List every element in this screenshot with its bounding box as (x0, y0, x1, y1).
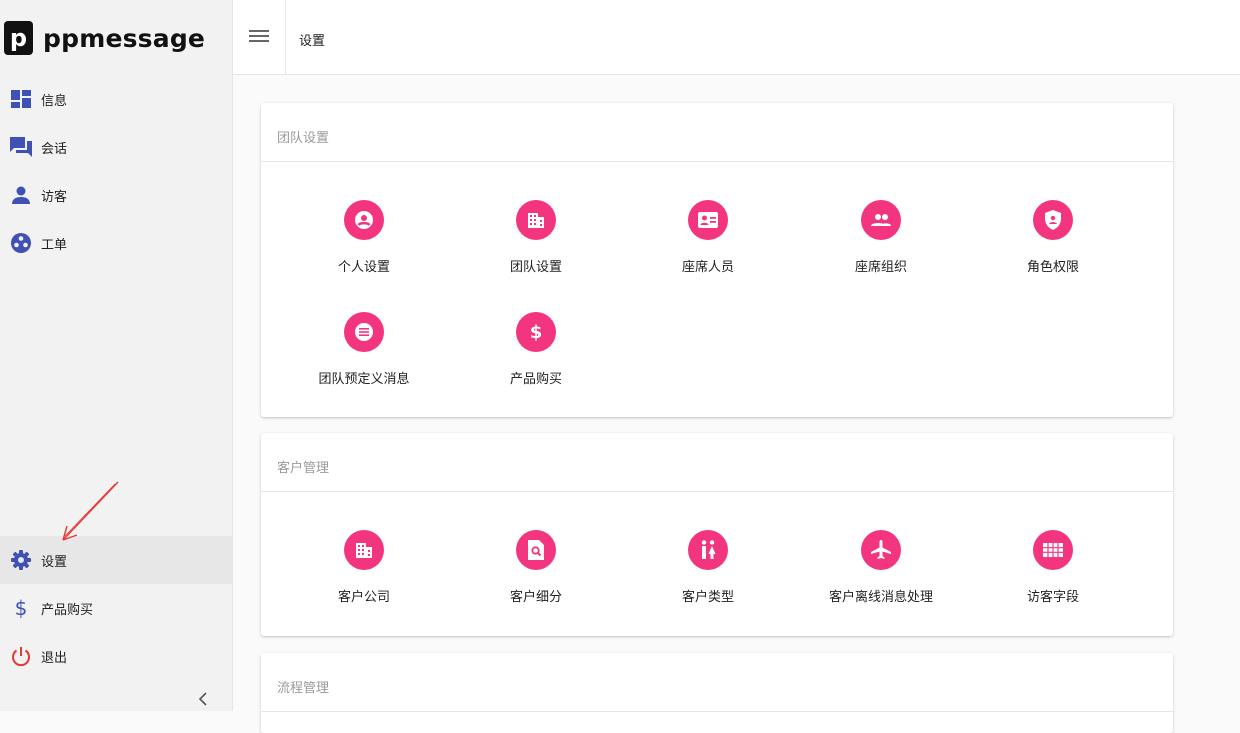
annotation-arrow (62, 481, 119, 541)
customer-management-card: 客户管理 客户公司 客户细分 客户类型 客户离线消息处理 访客字段 (261, 433, 1173, 636)
dollar-icon: $ (516, 312, 556, 352)
tile-label: 客户公司 (337, 590, 390, 605)
tile-label: 客户类型 (681, 590, 734, 605)
tile-label: 客户离线消息处理 (828, 590, 933, 605)
sidebar-item-visitors[interactable]: 访客 (0, 171, 232, 219)
tile-label: 个人设置 (337, 260, 390, 275)
menu-icon[interactable] (249, 27, 269, 47)
brand-name: ppmessage (43, 23, 206, 53)
sidebar-item-logout[interactable]: 退出 (0, 632, 232, 680)
tile-label: 角色权限 (1026, 260, 1079, 275)
group-icon (861, 200, 901, 240)
tile-label: 访客字段 (1026, 590, 1079, 605)
chevron-left-icon[interactable] (198, 691, 216, 709)
tile-label: 团队设置 (509, 260, 562, 275)
ppmessage-logo: p (4, 21, 33, 55)
tile-label: 座席人员 (681, 260, 734, 275)
process-management-card: 流程管理 (261, 653, 1173, 733)
sidebar-item-label: 信息 (41, 93, 68, 109)
page-title: 设置 (299, 34, 326, 49)
sidebar-item-label: 访客 (41, 189, 68, 205)
tile-customer-segments[interactable]: 客户细分 (450, 530, 622, 605)
brand[interactable]: p ppmessage (4, 20, 205, 56)
sidebar-item-label: 工单 (41, 237, 68, 253)
sidebar-item-label: 退出 (41, 650, 68, 666)
sidebar-item-label: 产品购买 (41, 602, 94, 618)
sidebar-item-purchase[interactable]: $ 产品购买 (0, 584, 232, 632)
airplane-icon (861, 530, 901, 570)
sidebar-item-messages[interactable]: 信息 (0, 75, 232, 123)
tile-label: 座席组织 (854, 260, 907, 275)
tile-label: 客户细分 (509, 590, 562, 605)
tile-team-settings[interactable]: 团队设置 (450, 200, 622, 275)
tile-customer-types[interactable]: 客户类型 (622, 530, 794, 605)
tile-agents[interactable]: 座席人员 (622, 200, 794, 275)
sidebar-item-label: 会话 (41, 141, 68, 157)
dollar-icon: $ (14, 596, 28, 620)
grid-icon (1033, 530, 1073, 570)
tile-personal-settings[interactable]: 个人设置 (278, 200, 450, 275)
shield-icon (1033, 200, 1073, 240)
building-icon (344, 530, 384, 570)
card-title: 客户管理 (277, 461, 330, 476)
tile-role-permissions[interactable]: 角色权限 (967, 200, 1139, 275)
tile-team-canned-messages[interactable]: 团队预定义消息 (278, 312, 450, 387)
tile-label: 产品购买 (509, 372, 562, 387)
tile-product-purchase[interactable]: $ 产品购买 (450, 312, 622, 387)
account-circle-icon (344, 200, 384, 240)
sidebar-item-conversations[interactable]: 会话 (0, 123, 232, 171)
building-icon (516, 200, 556, 240)
sidebar-item-tickets[interactable]: 工单 (0, 219, 232, 267)
contact-card-icon (688, 200, 728, 240)
sidebar: p ppmessage 信息 会话 访客 工单 设置 $ 产品购买 退出 (0, 0, 233, 711)
tile-customer-company[interactable]: 客户公司 (278, 530, 450, 605)
ticket-icon (10, 232, 32, 254)
tile-visitor-fields[interactable]: 访客字段 (967, 530, 1139, 605)
power-icon (10, 645, 32, 667)
card-title: 流程管理 (277, 681, 330, 696)
person-icon (10, 184, 32, 206)
team-settings-card: 团队设置 个人设置 团队设置 座席人员 座席组织 角色权限 团队预定义消息 $ … (261, 103, 1173, 417)
divider (285, 0, 286, 74)
sidebar-item-label: 设置 (41, 554, 68, 570)
card-title: 团队设置 (277, 131, 330, 146)
chat-icon (10, 136, 32, 158)
header: 设置 (233, 0, 1240, 75)
gear-icon (10, 549, 32, 571)
tile-agent-groups[interactable]: 座席组织 (795, 200, 967, 275)
document-search-icon (516, 530, 556, 570)
dashboard-icon (10, 88, 32, 110)
tile-label: 团队预定义消息 (318, 372, 410, 387)
tile-offline-messages[interactable]: 客户离线消息处理 (795, 530, 967, 605)
people-icon (688, 530, 728, 570)
list-icon (344, 312, 384, 352)
